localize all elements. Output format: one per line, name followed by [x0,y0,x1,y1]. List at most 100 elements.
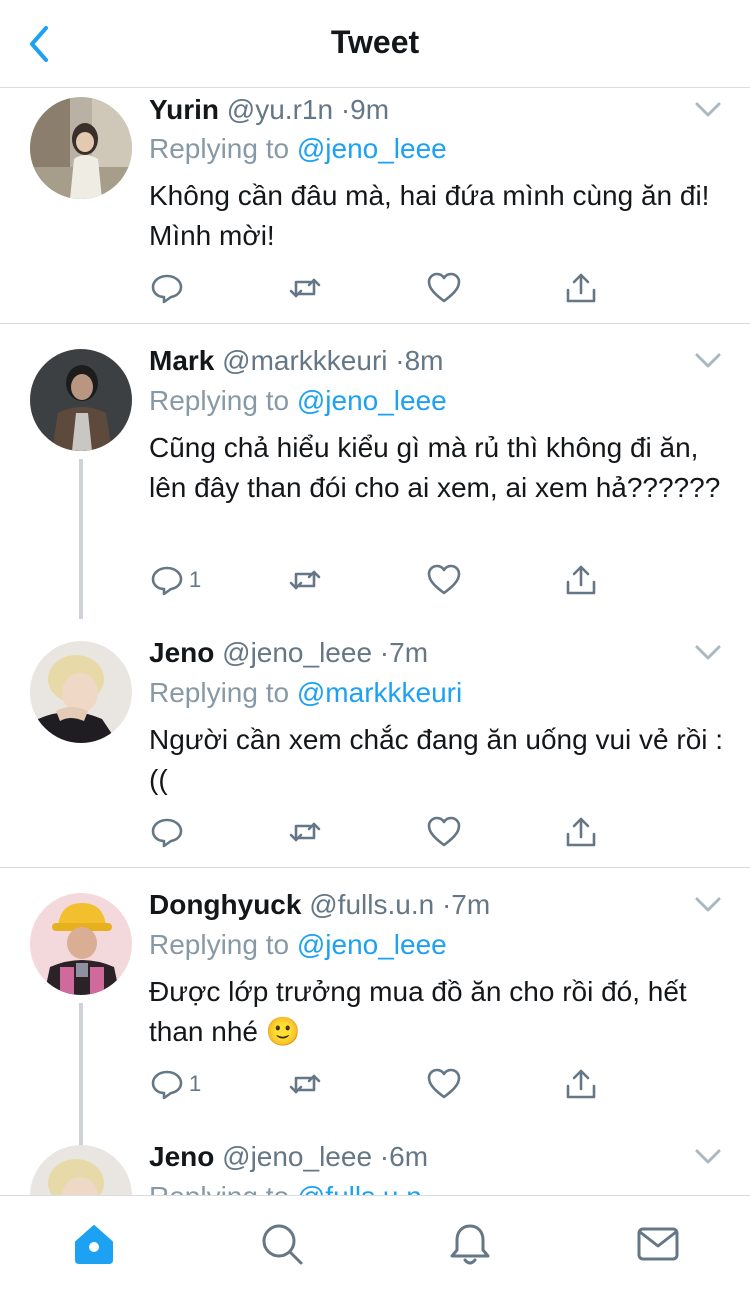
chevron-down-icon[interactable] [694,896,722,914]
separator-dot: · [395,345,405,376]
separator-dot: · [379,1141,390,1172]
tweet-time: 7m [389,637,429,668]
reply-button[interactable] [149,812,189,852]
thread-line [79,459,83,619]
display-name[interactable]: Yurin [149,94,219,125]
reply-button[interactable]: 1 [149,560,201,600]
replying-to-handle[interactable]: @markkkeuri [297,677,462,708]
tweet[interactable]: Mark @markkkeuri ·8m Replying to @jeno_l… [0,324,750,619]
replying-prefix: Replying to [149,1181,289,1195]
display-name[interactable]: Donghyuck [149,889,301,920]
share-button[interactable] [563,268,599,308]
share-icon [566,1069,596,1099]
tab-notifications[interactable] [446,1220,494,1268]
user-handle[interactable]: @jeno_leee [222,637,372,668]
reply-button[interactable] [149,268,189,308]
replying-to-handle[interactable]: @jeno_leee [297,133,447,164]
share-icon [566,565,596,595]
replying-to-handle[interactable]: @fulls.u.n [297,1181,422,1195]
like-button[interactable] [426,812,462,852]
chevron-down-icon[interactable] [694,352,722,370]
tweet-meta: Jeno @jeno_leee ·7m [149,637,428,673]
tweet[interactable]: Donghyuck @fulls.u.n ·7m Replying to @je… [0,868,750,1163]
retweet-icon [289,570,321,590]
tweet-text: Được lớp trưởng mua đồ ăn cho rồi đó, hế… [149,976,687,1047]
replying-to: Replying to @jeno_leee [149,133,447,165]
replying-prefix: Replying to [149,385,290,416]
tweet-meta: Yurin @yu.r1n ·9m [149,94,389,130]
replying-to: Replying to @fulls.u.n [149,1181,422,1195]
retweet-button[interactable] [287,268,323,308]
tweet[interactable]: Jeno @jeno_leee ·6m Replying to @fulls.u… [0,1120,750,1195]
replying-to-handle[interactable]: @jeno_leee [297,929,447,960]
like-button[interactable] [426,268,462,308]
user-handle[interactable]: @yu.r1n [227,94,333,125]
display-name[interactable]: Jeno [149,1141,214,1172]
replying-prefix: Replying to [149,929,290,960]
avatar[interactable] [30,349,132,451]
tweet-time: 9m [350,94,390,125]
tweet-time: 7m [451,889,491,920]
user-handle[interactable]: @markkkeuri [222,345,387,376]
replying-to: Replying to @jeno_leee [149,385,447,417]
retweet-button[interactable] [287,1064,323,1104]
conversation-feed[interactable]: Yurin @yu.r1n ·9m Replying to @jeno_leee… [0,88,750,1195]
separator-dot: · [441,889,452,920]
tab-search[interactable] [258,1220,306,1268]
tab-home[interactable] [70,1220,118,1268]
tweet-actions: 1 [149,560,619,600]
retweet-icon [289,1074,321,1094]
chevron-down-icon[interactable] [694,644,722,662]
separator-dot: · [340,94,351,125]
mail-icon [637,1227,679,1261]
avatar[interactable] [30,1145,132,1195]
avatar[interactable] [30,641,132,743]
retweet-icon [289,822,321,842]
chevron-down-icon[interactable] [694,1148,722,1166]
reply-count: 1 [189,567,202,592]
heart-icon [427,272,461,303]
reply-icon [151,818,183,848]
replying-prefix: Replying to [149,133,290,164]
bell-icon [450,1224,490,1265]
user-handle[interactable]: @jeno_leee [222,1141,372,1172]
tweet-time: 6m [389,1141,429,1172]
tweet-actions [149,812,619,852]
avatar[interactable] [30,893,132,995]
display-name[interactable]: Jeno [149,637,214,668]
user-handle[interactable]: @fulls.u.n [309,889,434,920]
reply-button[interactable]: 1 [149,1064,201,1104]
display-name[interactable]: Mark [149,345,214,376]
tweet-text: Người cần xem chắc đang ăn uống vui vẻ r… [149,724,724,795]
heart-icon [427,816,461,847]
avatar[interactable] [30,97,132,199]
tweet[interactable]: Yurin @yu.r1n ·9m Replying to @jeno_leee… [0,88,750,324]
tweet[interactable]: Jeno @jeno_leee ·7m Replying to @markkke… [0,616,750,868]
tweet-meta: Mark @markkkeuri ·8m [149,345,444,381]
separator-dot: · [379,637,390,668]
chevron-down-icon[interactable] [694,101,722,119]
like-button[interactable] [426,1064,462,1104]
page-title: Tweet [330,24,420,60]
share-button[interactable] [563,1064,599,1104]
retweet-button[interactable] [287,812,323,852]
replying-to-handle[interactable]: @jeno_leee [297,385,447,416]
replying-to: Replying to @jeno_leee [149,929,447,961]
retweet-icon [289,278,321,298]
tab-messages[interactable] [634,1220,682,1268]
retweet-button[interactable] [287,560,323,600]
reply-count: 1 [189,1071,202,1096]
reply-icon [151,274,183,304]
tweet-meta: Jeno @jeno_leee ·6m [149,1141,428,1177]
tweet-meta: Donghyuck @fulls.u.n ·7m [149,889,490,925]
replying-prefix: Replying to [149,677,290,708]
tweet-time: 8m [404,345,444,376]
share-button[interactable] [563,812,599,852]
like-button[interactable] [426,560,462,600]
tweet-text: Cũng chả hiểu kiểu gì mà rủ thì không đi… [149,432,721,503]
share-button[interactable] [563,560,599,600]
tweet-actions [149,268,619,308]
tweet-text: Không cần đâu mà, hai đứa mình cùng ăn đ… [149,180,710,251]
tweet-actions: 1 [149,1064,619,1104]
reply-icon [151,1070,183,1100]
